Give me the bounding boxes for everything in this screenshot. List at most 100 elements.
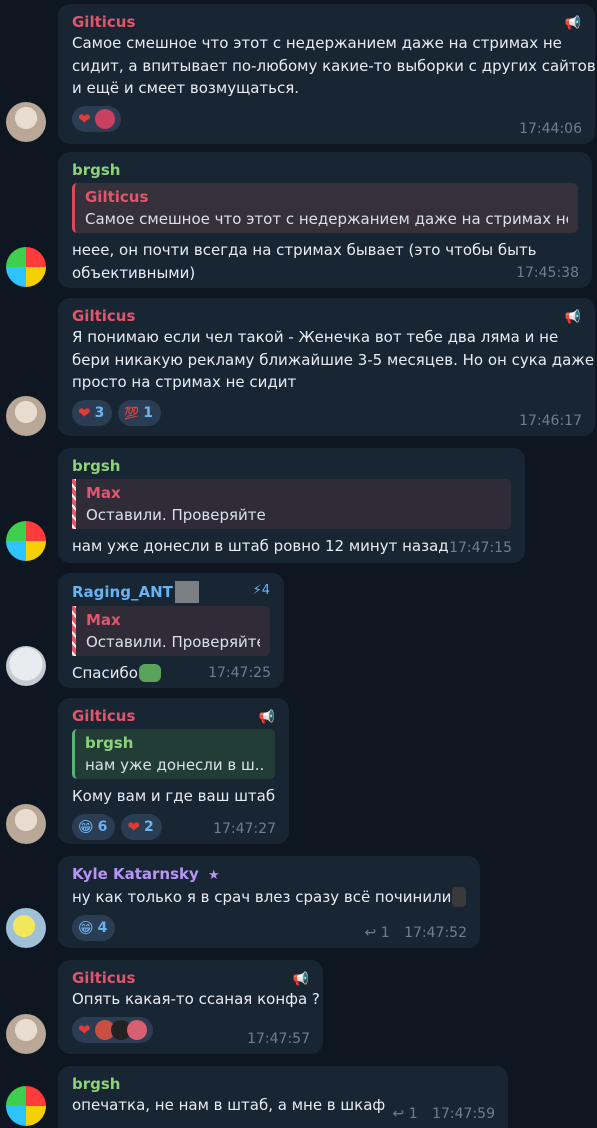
message-time: 17:45:38 [516,265,579,281]
reactions-row: ❤ 3 💯 1 [72,399,581,426]
message-bubble[interactable]: 📢 Gilticus Я понимаю если чел такой - Же… [58,298,595,436]
heart-icon: ❤ [127,817,140,836]
reaction-heart[interactable]: ❤ 3 [72,399,113,426]
message-time: 17:47:57 [247,1031,310,1047]
heart-icon: ❤ [78,1020,91,1039]
reaction-count: 3 [94,404,105,421]
message-author[interactable]: brgsh [72,456,511,476]
reaction-count: 6 [97,818,108,835]
message-meta: ↩ 1 17:47:59 [393,1106,495,1122]
reply-quote[interactable]: Max Оставили. Проверяйте [72,606,270,656]
avatar-gilticus[interactable] [6,102,46,142]
megaphone-icon: 📢 [564,310,581,325]
message-author-name: Raging_ANT [72,583,173,601]
avatar-brgsh[interactable] [6,247,46,287]
reaction-grin[interactable]: 😁 4 [72,914,116,941]
message-author[interactable]: brgsh [72,1074,494,1094]
message-time: 17:47:59 [432,1106,495,1122]
message-meta: ↩ 1 17:47:52 [365,925,467,941]
avatar-gilticus[interactable] [6,804,46,844]
reply-author: brgsh [85,734,134,752]
reaction-grin[interactable]: 😁 6 [72,813,116,840]
message-time: 17:46:17 [519,413,582,429]
message-author[interactable]: Raging_ANT [72,581,270,603]
reply-author: Max [86,484,121,502]
message-bubble[interactable]: Raging_ANT ⚡4 Max Оставили. Проверяйте С… [58,573,284,688]
custom-emoji-icon [138,664,161,683]
avatar-gilticus[interactable] [6,396,46,436]
reply-arrow-icon: ↩ [392,1106,405,1122]
message-text-line: сидит, а впитывает по-любому какие-то вы… [72,56,596,75]
heart-icon: ❤ [78,109,91,128]
message-text-line: бери никакую рекламу ближайшие 3-5 месяц… [72,350,595,369]
message-author[interactable]: Gilticus [72,706,275,726]
message-author[interactable]: Gilticus [72,306,581,326]
message-bubble[interactable]: brgsh Gilticus Самое смешное что этот с … [58,152,592,288]
reply-text: нам уже донесли в ш... [85,756,265,774]
message-time: 17:47:25 [208,665,271,681]
message-author[interactable]: Kyle Katarnsky ★ [72,864,466,886]
message-text: ну как только я в срач влез сразу всё по… [72,886,466,909]
boost-badge: ⚡4 [252,583,270,598]
message-bubble[interactable]: Kyle Katarnsky ★ ну как только я в срач … [58,856,480,948]
message-author[interactable]: brgsh [72,160,578,180]
message-text-line: Я понимаю если чел такой - Женечка вот т… [72,328,559,346]
thread-replies[interactable]: ↩ 1 [365,925,390,941]
star-icon: ★ [208,868,220,883]
message-time: 17:47:15 [449,540,512,556]
avatar-brgsh[interactable] [6,521,46,561]
hundred-icon: 💯 [124,405,140,420]
reply-text: Самое смешное что этот с недержанием даж… [85,210,568,228]
avatar-brgsh[interactable] [6,1086,46,1126]
message-text-line: просто на стримах не сидит [72,373,297,391]
message-text-line: неее, он почти всегда на стримах бывает … [72,241,537,259]
megaphone-icon: 📢 [292,972,309,987]
reply-quote[interactable]: brgsh нам уже донесли в ш... [72,729,275,779]
avatar-kyle[interactable] [6,908,46,948]
reaction-hundred[interactable]: 💯 1 [118,399,162,426]
boost-icon: ⚡ [252,583,262,598]
avatar-raging-ant[interactable] [6,646,46,686]
reaction-heart[interactable]: ❤ [72,1016,153,1043]
reaction-count: 2 [143,818,154,835]
heart-icon: ❤ [78,403,91,422]
message-bubble[interactable]: 📢 Gilticus Опять какая-то ссаная конфа ?… [58,960,323,1054]
message-text-line: и ещё и смеет возмущаться. [72,79,300,97]
reply-author: Gilticus [85,188,149,206]
emoji-status-icon [174,581,199,603]
reply-arrow-icon: ↩ [364,925,377,941]
megaphone-icon: 📢 [258,710,275,725]
message-text-line: Самое смешное что этот с недержанием даж… [72,34,562,52]
message-text-line: Опять какая-то ссаная конфа ? [72,990,320,1008]
message-author[interactable]: Gilticus [72,12,581,32]
reaction-heart[interactable]: ❤ [72,105,121,132]
megaphone-icon: 📢 [564,16,581,31]
reaction-count: 4 [97,919,108,936]
message-bubble[interactable]: brgsh опечатка, не нам в штаб, а мне в ш… [58,1066,508,1128]
grin-icon: 😁 [78,918,94,937]
message-bubble[interactable]: 📢 Gilticus brgsh нам уже донесли в ш... … [58,698,289,844]
thread-replies[interactable]: ↩ 1 [393,1106,418,1122]
message-time: 17:44:06 [519,121,582,137]
reactor-avatar [94,108,115,129]
message-time: 17:47:27 [213,821,276,837]
avatar-gilticus[interactable] [6,1014,46,1054]
grin-icon: 😁 [78,817,94,836]
reaction-heart[interactable]: ❤ 2 [121,813,162,840]
reactions-row: ❤ [72,105,581,132]
reaction-count: 1 [143,404,154,421]
reply-quote[interactable]: Gilticus Самое смешное что этот с недерж… [72,183,578,233]
reply-quote[interactable]: Max Оставили. Проверяйте [72,479,511,529]
message-text-line: нам уже донесли в штаб ровно 12 минут на… [72,537,449,555]
message-bubble[interactable]: brgsh Max Оставили. Проверяйте нам уже д… [58,448,525,563]
reply-text: Оставили. Проверяйте [86,633,260,651]
reactor-avatar [126,1019,147,1040]
custom-emoji-icon [452,887,466,908]
message-text-line: объективными) [72,263,196,282]
message-time: 17:47:52 [404,925,467,941]
message-author[interactable]: Gilticus [72,968,309,988]
reply-text: Оставили. Проверяйте [86,506,266,524]
message-text-line: Кому вам и где ваш штаб [72,787,276,805]
reply-author: Max [86,611,121,629]
message-bubble[interactable]: 📢 Gilticus Самое смешное что этот с неде… [58,4,596,144]
